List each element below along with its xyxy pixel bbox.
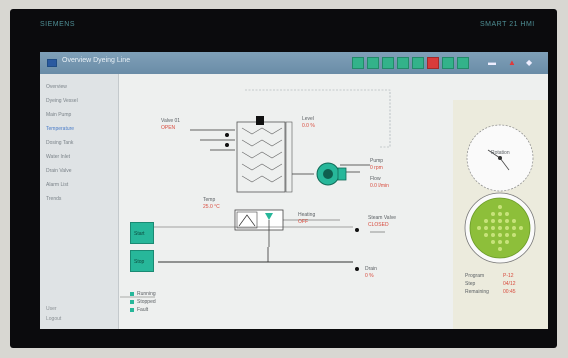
flow-value: 0.0 l/min xyxy=(370,183,389,189)
level-label: Level xyxy=(302,116,314,122)
remaining-label: Remaining xyxy=(465,289,489,295)
valve-label: Valve 01 xyxy=(161,118,181,124)
stop-button[interactable]: Stop xyxy=(130,250,154,272)
sensor-dot xyxy=(355,228,359,232)
legend-stopped-icon xyxy=(130,300,134,304)
brand-right: SMART 21 HMI xyxy=(480,21,535,28)
steam-valve-value: CLOSED xyxy=(368,222,389,228)
legend-running-label: Running xyxy=(137,291,156,297)
legend-stopped-label: Stopped xyxy=(137,299,156,305)
gauge-label: Rotation xyxy=(491,150,510,156)
step-value: 04/12 xyxy=(503,281,516,287)
steam-valve-label: Steam Valve xyxy=(368,215,396,221)
valve-value: OPEN xyxy=(161,125,176,131)
hmi-screen: Overview Dyeing Line ▬ ▲ ◆ Overview Dyei… xyxy=(40,52,548,329)
sensor-dot xyxy=(225,133,229,137)
step-label: Step xyxy=(465,281,476,287)
start-button-label: Start xyxy=(134,231,145,237)
program-label: Program xyxy=(465,273,485,279)
level-value: 0.0 % xyxy=(302,123,315,129)
flow-label: Flow xyxy=(370,176,381,182)
pump-label: Pump xyxy=(370,158,384,164)
temp-label: Temp xyxy=(203,197,216,203)
legend-running-icon xyxy=(130,292,134,296)
temp-value: 25.0 °C xyxy=(203,204,220,210)
program-value: P-12 xyxy=(503,273,514,279)
start-button[interactable]: Start xyxy=(130,222,154,244)
heating-value: OFF xyxy=(298,219,308,225)
remaining-value: 00:45 xyxy=(503,289,516,295)
brand-left: SIEMENS xyxy=(40,21,76,28)
legend-fault-label: Fault xyxy=(137,307,149,313)
right-panel: Rotation Program P-12 Step 04/12 Remaini… xyxy=(453,100,548,329)
heating-label: Heating xyxy=(298,212,316,218)
sensor-dot xyxy=(225,143,229,147)
sensor-dot xyxy=(355,267,359,271)
pump-value: 0 rpm xyxy=(370,165,383,171)
drain-label: Drain xyxy=(365,266,377,272)
stop-button-label: Stop xyxy=(134,259,145,265)
drain-value: 0 % xyxy=(365,273,374,279)
legend-fault-icon xyxy=(130,308,134,312)
